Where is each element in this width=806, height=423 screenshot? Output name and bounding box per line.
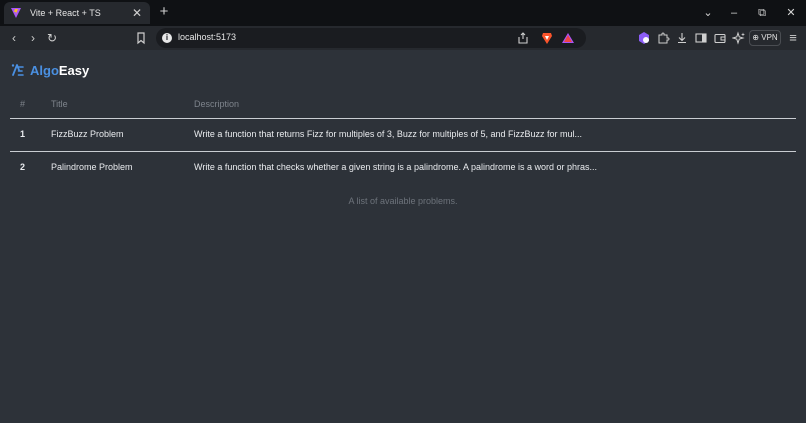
sidebar-icon[interactable] <box>694 31 708 45</box>
table-row[interactable]: 2 Palindrome Problem Write a function th… <box>10 152 796 185</box>
app-logo[interactable]: Algo Easy <box>10 62 89 78</box>
site-info-icon[interactable]: i <box>162 33 172 43</box>
wallet-extension-icon[interactable] <box>637 31 651 45</box>
tab-title: Vite + React + TS <box>30 8 101 18</box>
tab-strip: Vite + React + TS ✕ + ⌄ – ⧉ ✕ <box>0 0 806 26</box>
extensions-puzzle-icon[interactable] <box>656 31 670 45</box>
browser-toolbar: ‹ › ↻ i localhost:5173 ⊕ VPN ≡ <box>0 26 806 50</box>
column-header-title: Title <box>51 99 68 109</box>
table-caption: A list of available problems. <box>348 196 458 206</box>
browser-tab[interactable]: Vite + React + TS ✕ <box>4 2 150 24</box>
tab-search-chevron-icon[interactable]: ⌄ <box>700 5 716 21</box>
bookmark-icon[interactable] <box>134 31 148 45</box>
table-row[interactable]: 1 FizzBuzz Problem Write a function that… <box>10 119 796 152</box>
leo-ai-sparkle-icon[interactable] <box>732 31 746 45</box>
tab-close-icon[interactable]: ✕ <box>130 6 144 20</box>
wallet-icon[interactable] <box>713 31 727 45</box>
address-url[interactable]: localhost:5173 <box>178 32 236 42</box>
problems-table: # Title Description 1 FizzBuzz Problem W… <box>10 93 796 185</box>
brave-rewards-icon[interactable] <box>561 31 575 45</box>
downloads-icon[interactable] <box>675 31 689 45</box>
restore-button[interactable]: ⧉ <box>754 5 770 21</box>
column-header-description: Description <box>194 99 240 109</box>
new-tab-button[interactable]: + <box>156 4 172 20</box>
row-title: Palindrome Problem <box>51 162 133 172</box>
back-button[interactable]: ‹ <box>5 29 23 47</box>
brave-shield-icon[interactable] <box>540 31 554 45</box>
forward-button[interactable]: › <box>24 29 42 47</box>
vpn-label: VPN <box>761 33 778 42</box>
logo-text-easy: Easy <box>58 62 90 78</box>
share-icon[interactable] <box>516 31 530 45</box>
row-description: Write a function that returns Fizz for m… <box>194 129 582 139</box>
vite-logo-icon <box>11 8 21 18</box>
vpn-button[interactable]: ⊕ VPN <box>749 30 781 46</box>
close-window-button[interactable]: ✕ <box>783 5 799 21</box>
reload-button[interactable]: ↻ <box>43 29 61 47</box>
page-content: Algo Easy # Title Description 1 FizzBuzz… <box>0 50 806 423</box>
hamburger-menu-icon[interactable]: ≡ <box>786 31 800 45</box>
row-number: 1 <box>20 129 26 139</box>
row-number: 2 <box>20 162 26 172</box>
row-description: Write a function that checks whether a g… <box>194 162 598 172</box>
algoeasy-logo-icon <box>11 64 24 76</box>
logo-text-algo: Algo <box>30 62 59 78</box>
minimize-button[interactable]: – <box>726 5 742 21</box>
row-title: FizzBuzz Problem <box>51 129 124 139</box>
column-header-number: # <box>20 99 26 109</box>
globe-icon: ⊕ <box>752 33 759 42</box>
table-header: # Title Description <box>10 93 796 119</box>
address-bar[interactable]: i localhost:5173 <box>156 28 586 48</box>
